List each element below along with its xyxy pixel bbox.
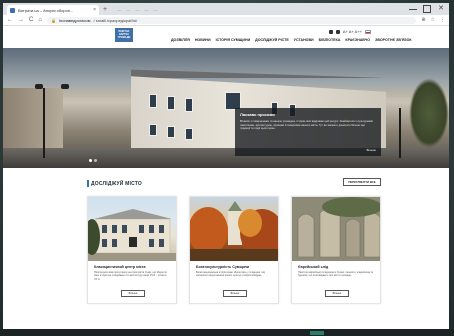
- place-card[interactable]: Богатокультурність Сумщини Багатонаціона…: [189, 196, 279, 304]
- card-text: Багатонаціональна історія краю збереглас…: [196, 271, 266, 278]
- tab-title: Витрати.ua – Апорія оборон...: [18, 7, 74, 13]
- hero-more-link[interactable]: Більше: [367, 148, 376, 152]
- view-all-button[interactable]: ПЕРЕГЛЯНУТИ ВСЕ: [343, 178, 381, 186]
- forward-icon[interactable]: →: [18, 17, 24, 23]
- hero-street: [3, 148, 449, 168]
- menu-icon[interactable]: ⋮: [440, 17, 445, 23]
- explore-section: ДОСЛІДЖУЙ МІСТО ПЕРЕГЛЯНУТИ ВСЕ Класицис…: [3, 168, 449, 318]
- card-image: [190, 197, 278, 261]
- tv-frame: Витрати.ua – Апорія оборон... × + — — — …: [0, 0, 454, 336]
- street-lamp: [399, 108, 401, 158]
- hero-card-title: Ласкаво просимо: [240, 112, 275, 117]
- main-nav: ДОЗВІЛЛЯ НОВИНИ ІСТОРІЯ СУМЩИНИ ДОСЛІДЖУ…: [171, 38, 412, 42]
- place-card[interactable]: Класицистичний центр міста Пропонуємо ва…: [87, 196, 177, 304]
- browser-tab[interactable]: Витрати.ua – Апорія оборон... ×: [7, 5, 99, 15]
- building-window: [167, 126, 175, 138]
- church-illustration: [190, 201, 278, 261]
- nav-item-library[interactable]: БІБЛІОТЕКА: [319, 38, 341, 42]
- card-more-button[interactable]: Більше: [223, 290, 247, 297]
- search-icon[interactable]: [335, 29, 340, 34]
- minimize-icon[interactable]: [409, 5, 417, 10]
- building-window: [149, 94, 157, 108]
- hero-banner: Ласкаво просимо Вітаємо з поверненням та…: [3, 48, 449, 168]
- facebook-icon[interactable]: [328, 29, 333, 34]
- url-input[interactable]: 🔒 Іпонаведрогасом / smaill.ісрасредікраї…: [46, 16, 417, 24]
- hero-info-card: Ласкаво просимо Вітаємо з поверненням та…: [235, 108, 381, 156]
- building-window: [185, 98, 193, 112]
- address-bar: ← → C ⌂ 🔒 Іпонаведрогасом / smaill.ісрас…: [3, 15, 449, 26]
- new-tab-button[interactable]: +: [103, 6, 107, 13]
- card-text: Пропонуємо вам прогулянку центром міста …: [94, 271, 167, 281]
- site-header: ВІЗИТНА КАРТКА ГРОМАДИ A+ A+ A++ ДОЗВІЛЛ…: [3, 26, 449, 48]
- url-path: / smaill.ісрасредікраї/Ікі/: [93, 17, 138, 23]
- nav-item-news[interactable]: НОВИНИ: [195, 38, 211, 42]
- favicon-icon: [10, 7, 15, 13]
- url-host: Іпонаведрогасом: [58, 17, 91, 23]
- slider-dots: [89, 159, 97, 162]
- browser-tabbar: Витрати.ua – Апорія оборон... × + — — — …: [3, 3, 449, 15]
- bookmark-star-icon[interactable]: ☆: [431, 17, 435, 23]
- monitor-logo: [310, 331, 324, 335]
- tabbar-placeholder: — — — — —: [117, 6, 160, 12]
- maximize-icon[interactable]: [423, 5, 431, 13]
- back-icon[interactable]: ←: [7, 17, 13, 23]
- close-icon[interactable]: ×: [93, 7, 96, 13]
- card-title: Єврейський слід: [298, 265, 329, 269]
- nav-item-local-history[interactable]: КРАЄЗНАВЧО: [345, 38, 370, 42]
- building-illustration: [88, 209, 176, 261]
- window-controls: ✕: [409, 5, 445, 13]
- nav-item-institutions[interactable]: УСТАНОВИ: [294, 38, 314, 42]
- language-flag-icon[interactable]: [365, 29, 371, 34]
- lock-icon: 🔒: [50, 17, 56, 23]
- street-lamp-head: [35, 84, 43, 89]
- place-card[interactable]: Єврейський слід Пам'ятки єврейської спад…: [291, 196, 381, 304]
- section-accent-bar: [87, 180, 89, 187]
- nav-item-leisure[interactable]: ДОЗВІЛЛЯ: [171, 38, 190, 42]
- card-title: Класицистичний центр міста: [94, 265, 146, 269]
- street-lamp: [43, 88, 45, 158]
- monitor-bezel: [0, 329, 454, 336]
- reload-icon[interactable]: C: [29, 17, 33, 23]
- hero-tree: [409, 78, 449, 148]
- font-size-controls[interactable]: A+ A+ A++: [343, 29, 362, 34]
- address-bar-actions: ⊕ ☆ ⋮: [421, 17, 445, 23]
- card-more-button[interactable]: Більше: [121, 290, 145, 297]
- hero-card-text: Вітаємо з поверненням та нашою громадою,…: [240, 120, 374, 131]
- slider-dot[interactable]: [94, 159, 97, 162]
- nav-item-history[interactable]: ІСТОРІЯ СУМЩИНИ: [216, 38, 251, 42]
- card-image: [88, 197, 176, 261]
- tombstones-illustration: [292, 197, 380, 261]
- header-tools: A+ A+ A++: [328, 29, 371, 34]
- browser-screen: Витрати.ua – Апорія оборон... × + — — — …: [3, 3, 449, 329]
- card-text: Пам'ятки єврейської спадщини в Сумах: си…: [298, 271, 374, 278]
- site-logo[interactable]: ВІЗИТНА КАРТКА ГРОМАДИ: [115, 28, 133, 42]
- home-icon[interactable]: ⌂: [38, 17, 42, 23]
- section-title: ДОСЛІДЖУЙ МІСТО: [91, 181, 142, 187]
- building-window: [149, 124, 157, 136]
- card-image: [292, 197, 380, 261]
- nav-item-explore[interactable]: ДОСЛІДЖУЙ РІСТЕ: [255, 38, 289, 42]
- card-title: Богатокультурність Сумщини: [196, 265, 250, 269]
- extension-icon[interactable]: ⊕: [421, 17, 425, 23]
- hero-left-building: [3, 88, 63, 150]
- nav-item-feedback[interactable]: ЗВОРОТНЄ ЗВ'ЯЗОК: [375, 38, 412, 42]
- slider-dot[interactable]: [89, 159, 92, 162]
- street-lamp-head: [61, 84, 69, 89]
- building-window: [167, 96, 175, 110]
- card-more-button[interactable]: Більше: [325, 290, 349, 297]
- window-close-icon[interactable]: ✕: [437, 5, 445, 13]
- building-window: [185, 128, 193, 140]
